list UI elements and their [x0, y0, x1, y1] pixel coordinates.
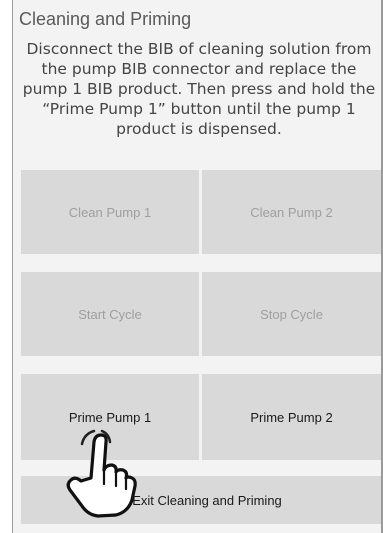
exit-cleaning-priming-button[interactable]: Exit Cleaning and Priming — [21, 476, 381, 524]
cleaning-priming-screen: Cleaning and Priming Disconnect the BIB … — [12, 0, 383, 533]
prime-pump-1-button[interactable]: Prime Pump 1 — [21, 374, 199, 460]
clean-pump-2-button[interactable]: Clean Pump 2 — [202, 170, 381, 254]
stop-cycle-button[interactable]: Stop Cycle — [202, 272, 381, 356]
prime-pump-2-button[interactable]: Prime Pump 2 — [202, 374, 381, 460]
instruction-text: Disconnect the BIB of cleaning solution … — [22, 40, 376, 138]
clean-pump-1-button[interactable]: Clean Pump 1 — [21, 170, 199, 254]
start-cycle-button[interactable]: Start Cycle — [21, 272, 199, 356]
page-title: Cleaning and Priming — [19, 9, 192, 29]
